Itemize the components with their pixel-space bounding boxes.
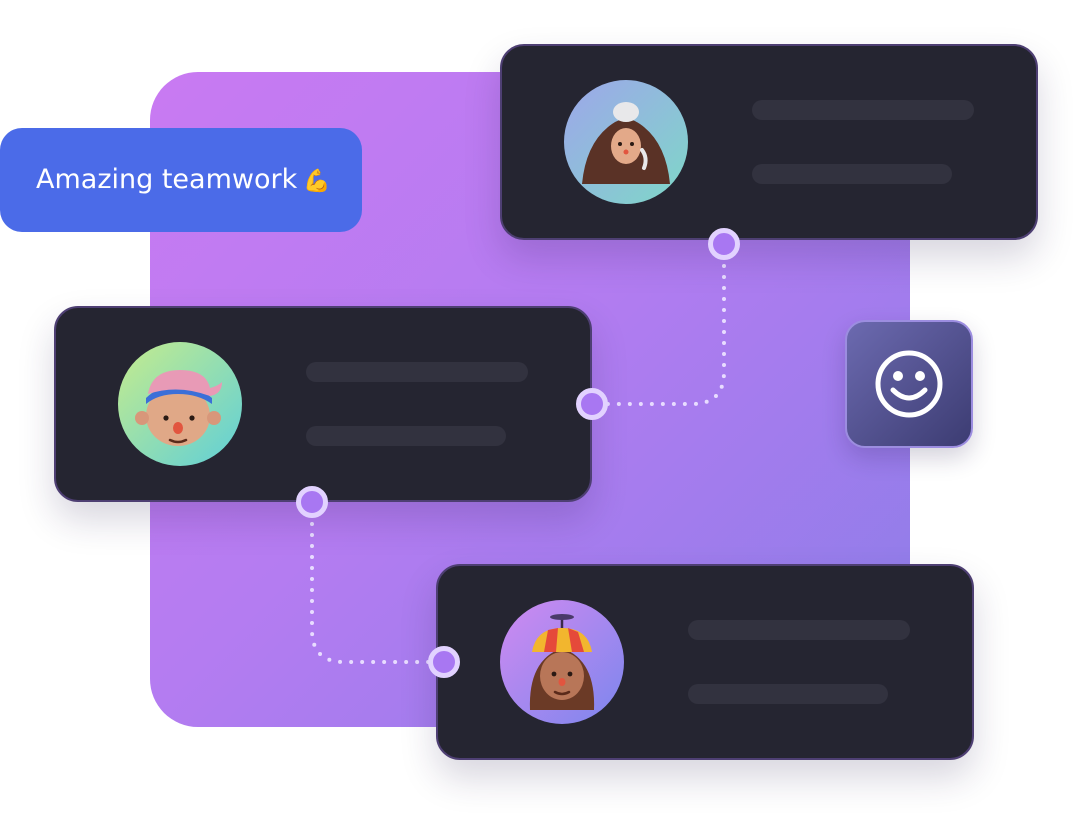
girl-with-propeller-hat-avatar bbox=[500, 600, 624, 724]
woman-with-bun-avatar bbox=[564, 80, 688, 204]
profile-card-bottom[interactable] bbox=[436, 564, 974, 760]
connector-node-middle-right bbox=[576, 388, 608, 420]
profile-card-middle[interactable] bbox=[54, 306, 592, 502]
smiley-face-tile[interactable] bbox=[845, 320, 973, 448]
profile-card-top[interactable] bbox=[500, 44, 1038, 240]
amazing-teamwork-badge: Amazing teamwork 💪 bbox=[0, 128, 362, 232]
badge-text: Amazing teamwork bbox=[36, 164, 298, 195]
smiley-face-icon bbox=[875, 350, 943, 418]
connector-node-middle-bottom bbox=[296, 486, 328, 518]
flexed-biceps-emoji: 💪 bbox=[303, 169, 331, 194]
placeholder-line-detail bbox=[306, 426, 506, 446]
placeholder-line-name bbox=[752, 100, 974, 120]
placeholder-line-detail bbox=[688, 684, 888, 704]
connector-middle-to-bottom bbox=[310, 500, 446, 664]
connector-node-top bbox=[708, 228, 740, 260]
placeholder-line-name bbox=[306, 362, 528, 382]
placeholder-line-detail bbox=[752, 164, 952, 184]
boy-with-pink-cap-avatar bbox=[118, 342, 242, 466]
connector-top-to-middle bbox=[590, 242, 726, 406]
connector-node-bottom bbox=[428, 646, 460, 678]
placeholder-line-name bbox=[688, 620, 910, 640]
